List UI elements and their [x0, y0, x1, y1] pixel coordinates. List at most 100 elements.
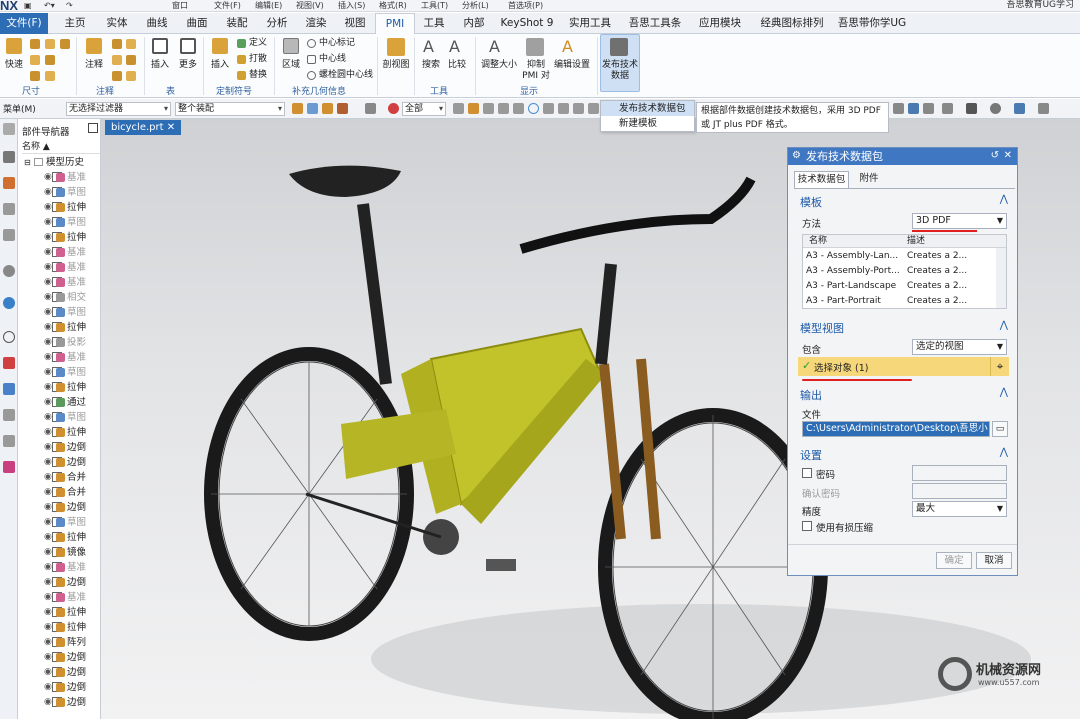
tab-keyshot[interactable]: KeyShot 9: [494, 13, 560, 34]
eye-icon[interactable]: ◉: [44, 185, 52, 200]
tree-row[interactable]: ◉ 阵列: [18, 635, 101, 650]
publish-tdp-button[interactable]: 发布技术数据: [601, 60, 639, 82]
eye-icon[interactable]: ◉: [44, 230, 52, 245]
file-path-input[interactable]: C:\Users\Administrator\Desktop\吾思小: [802, 421, 990, 437]
part-nav-icon[interactable]: [3, 203, 15, 215]
snap-icon[interactable]: [573, 103, 584, 114]
tree-row[interactable]: ◉ 边倒: [18, 440, 101, 455]
eye-icon[interactable]: ◉: [44, 500, 52, 515]
tree-row[interactable]: ◉ 拉伸: [18, 380, 101, 395]
redo-icon[interactable]: ↷: [66, 0, 73, 11]
tree-row[interactable]: ◉ 草图: [18, 305, 101, 320]
tree-row[interactable]: ◉ 基准: [18, 170, 101, 185]
replace-button[interactable]: 替换: [249, 70, 267, 81]
restore-icon[interactable]: [88, 123, 98, 133]
system-materials-icon[interactable]: [3, 409, 15, 421]
save-icon[interactable]: ▣: [24, 0, 32, 11]
dimension-icon[interactable]: [30, 39, 40, 49]
explode-icon[interactable]: [237, 55, 246, 64]
eye-icon[interactable]: ◉: [44, 530, 52, 545]
menu-item-new-template[interactable]: 新建模板: [601, 116, 694, 131]
search-button[interactable]: 搜索: [419, 60, 443, 71]
quick-dimension-icon[interactable]: [6, 38, 22, 54]
assembly-scope[interactable]: 整个装配: [175, 102, 285, 116]
tab-tools[interactable]: 工具: [414, 13, 454, 34]
roles-icon[interactable]: [3, 383, 15, 395]
eye-icon[interactable]: ◉: [44, 305, 52, 320]
snap-icon[interactable]: [513, 103, 524, 114]
section-view-icon[interactable]: [387, 38, 405, 56]
tab-attachments[interactable]: 附件: [851, 171, 887, 188]
clock-icon[interactable]: [3, 331, 15, 343]
dimension-icon[interactable]: [30, 55, 40, 65]
password-checkbox[interactable]: [802, 468, 812, 478]
view-icon[interactable]: [942, 103, 953, 114]
tab-tdp[interactable]: 技术数据包: [794, 171, 849, 188]
annotation-icon[interactable]: [112, 55, 122, 65]
snap-icon[interactable]: [588, 103, 599, 114]
collapse-icon[interactable]: ⋀: [1000, 194, 1008, 205]
note-icon[interactable]: [86, 38, 102, 54]
centerline-icon[interactable]: [307, 55, 316, 64]
eye-icon[interactable]: ◉: [44, 380, 52, 395]
palette-icon[interactable]: [3, 357, 15, 369]
eye-icon[interactable]: ◉: [44, 410, 52, 425]
suppress-pmi-icon[interactable]: [526, 38, 544, 56]
eye-icon[interactable]: ◉: [44, 515, 52, 530]
tab-pmi[interactable]: PMI: [375, 13, 415, 35]
menu-preferences[interactable]: 首选项(P): [508, 0, 543, 11]
tab-file[interactable]: 文件(F): [0, 13, 48, 34]
select-icon[interactable]: [337, 103, 348, 114]
view-icon[interactable]: [908, 103, 919, 114]
template-section[interactable]: 模板: [800, 194, 822, 210]
search-icon[interactable]: A: [423, 38, 439, 56]
view-icon[interactable]: [966, 103, 977, 114]
publish-tdp-icon[interactable]: [610, 38, 628, 56]
more-button[interactable]: 更多: [176, 60, 200, 71]
view-icon[interactable]: [1014, 103, 1025, 114]
eye-icon[interactable]: ◉: [44, 665, 52, 680]
menu-button[interactable]: 菜单(M): [3, 102, 36, 115]
cancel-button[interactable]: 取消: [976, 552, 1012, 569]
annotation-icon[interactable]: [112, 39, 122, 49]
region-icon[interactable]: [283, 38, 299, 54]
collapse-icon[interactable]: ⋀: [1000, 447, 1008, 458]
dimension-icon[interactable]: [30, 71, 40, 81]
tree-row[interactable]: ◉ 基准: [18, 590, 101, 605]
tree-row[interactable]: ◉ 草图: [18, 515, 101, 530]
output-section[interactable]: 输出: [800, 387, 822, 403]
menu-item-publish[interactable]: 发布技术数据包: [601, 101, 694, 116]
dimension-icon[interactable]: [45, 71, 55, 81]
tab-wusi-ug[interactable]: 吾思带你学UG: [832, 13, 912, 34]
edit-settings-icon[interactable]: A: [562, 38, 580, 56]
note-button[interactable]: 注释: [80, 60, 108, 71]
constraint-nav-icon[interactable]: [3, 177, 15, 189]
collapse-icon[interactable]: ⋀: [1000, 320, 1008, 331]
template-row[interactable]: A3 - Assembly-Lan... Creates a 2...: [803, 249, 996, 264]
eye-icon[interactable]: ◉: [44, 350, 52, 365]
tree-row[interactable]: ◉ 边倒: [18, 665, 101, 680]
password-input[interactable]: [912, 465, 1007, 481]
tree-row[interactable]: ◉ 合并: [18, 485, 101, 500]
bolt-circle-centerline-button[interactable]: 螺栓圆中心线: [319, 70, 373, 81]
eye-icon[interactable]: ◉: [44, 605, 52, 620]
eye-icon[interactable]: ◉: [44, 215, 52, 230]
insert-symbol-icon[interactable]: [212, 38, 228, 54]
compare-button[interactable]: 比较: [445, 60, 469, 71]
crosshair-icon[interactable]: ⌖: [990, 357, 1009, 376]
tab-curve[interactable]: 曲线: [137, 13, 177, 34]
scope-dropdown[interactable]: 全部: [402, 102, 446, 116]
eye-icon[interactable]: ◉: [44, 590, 52, 605]
view-icon[interactable]: [893, 103, 904, 114]
precision-select[interactable]: 最大 ▼: [912, 501, 1007, 517]
eye-icon[interactable]: ◉: [44, 425, 52, 440]
tree-row[interactable]: ◉ 拉伸: [18, 320, 101, 335]
annotation-icon[interactable]: [126, 55, 136, 65]
center-mark-button[interactable]: 中心标记: [319, 38, 355, 49]
tab-internal[interactable]: 内部: [454, 13, 494, 34]
tab-surface[interactable]: 曲面: [177, 13, 217, 34]
tab-home[interactable]: 主页: [55, 13, 95, 34]
tree-row[interactable]: ◉ 通过: [18, 395, 101, 410]
resize-button[interactable]: 调整大小: [479, 60, 519, 71]
tree-row[interactable]: ◉ 草图: [18, 215, 101, 230]
